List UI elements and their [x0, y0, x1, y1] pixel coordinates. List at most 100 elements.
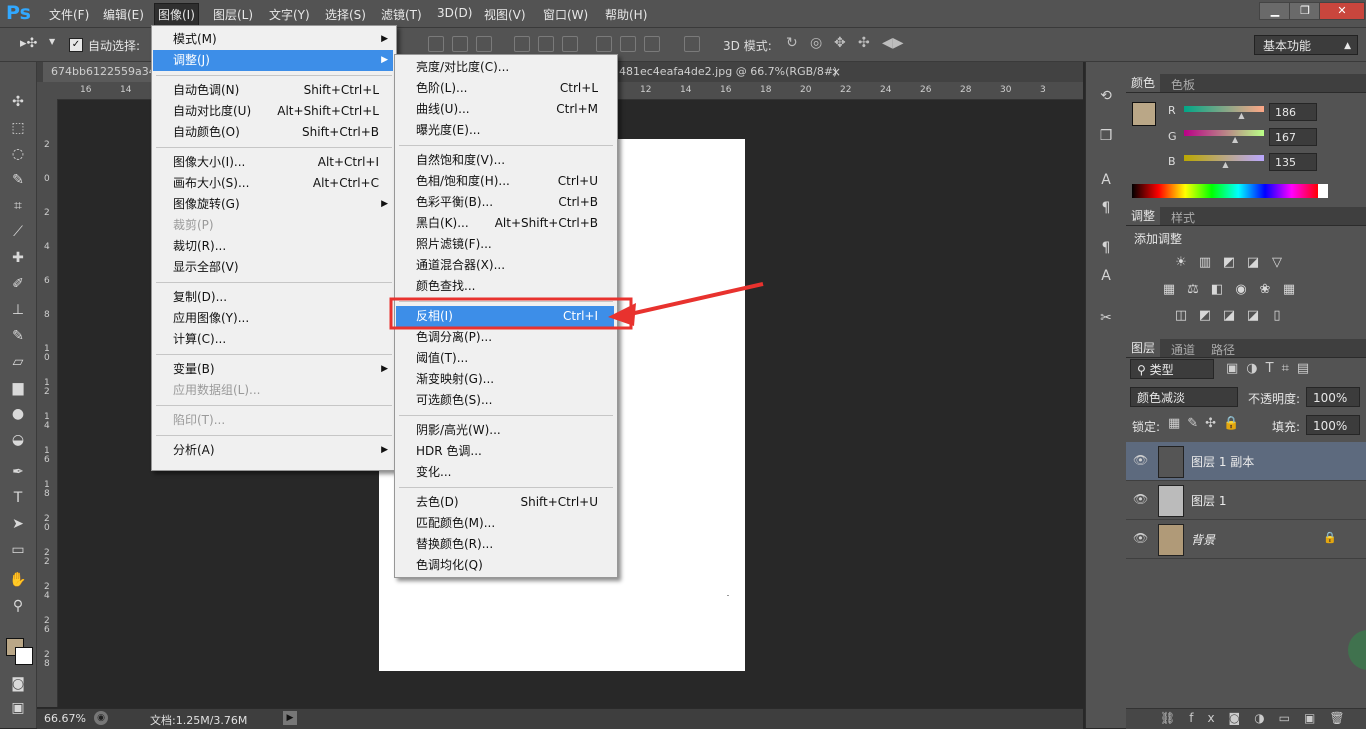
align-vcenter-icon[interactable] [452, 36, 468, 52]
menu-3d[interactable]: 3D(D) [434, 5, 475, 21]
gradient-map-adjust-icon[interactable]: ◪ [1244, 308, 1262, 324]
floating-widget[interactable] [1348, 630, 1366, 670]
adjust-menu-item[interactable]: 匹配颜色(M)... [396, 513, 614, 534]
history-panel-icon[interactable]: ⟲ [1095, 86, 1117, 106]
adjust-menu-item[interactable]: 亮度/对比度(C)... [396, 57, 614, 78]
menu-view[interactable]: 视图(V) [481, 5, 529, 24]
menu-select[interactable]: 选择(S) [322, 5, 369, 24]
slider-thumb[interactable]: ▲ [1238, 111, 1244, 120]
channel-r-value[interactable]: 186 [1269, 103, 1317, 121]
black-white-adjust-icon[interactable]: ◧ [1208, 282, 1226, 298]
image-menu-item[interactable]: 自动颜色(O) Shift+Ctrl+B [153, 122, 393, 143]
image-menu-item[interactable]: 模式(M) ▶ [153, 29, 393, 50]
opacity-input[interactable]: 100% [1306, 387, 1360, 407]
image-menu-item[interactable]: 自动色调(N) Shift+Ctrl+L [153, 80, 393, 101]
layer-row[interactable]: 👁 图层 1 副本 [1126, 442, 1366, 481]
image-menu-item[interactable]: 自动对比度(U) Alt+Shift+Ctrl+L [153, 101, 393, 122]
marquee-tool-icon[interactable]: ⬚ [7, 118, 29, 138]
layer-name[interactable]: 背景 [1191, 531, 1215, 548]
move-tool-preset-icon[interactable]: ▸✣ [20, 36, 37, 51]
3d-scale-icon[interactable]: ◀▶ [882, 35, 904, 51]
threshold-adjust-icon[interactable]: ◪ [1220, 308, 1238, 324]
dodge-tool-icon[interactable]: ◒ [7, 430, 29, 450]
tab-styles[interactable]: 样式 [1166, 209, 1200, 226]
menu-help[interactable]: 帮助(H) [602, 5, 650, 24]
color-balance-adjust-icon[interactable]: ⚖ [1184, 282, 1202, 298]
tool-presets-icon[interactable]: ✂ [1095, 308, 1117, 328]
distribute-bottom-icon[interactable] [562, 36, 578, 52]
fill-input[interactable]: 100% [1306, 415, 1360, 435]
distribute-vcenter-icon[interactable] [538, 36, 554, 52]
exposure-adjust-icon[interactable]: ◪ [1244, 255, 1262, 271]
channel-g-slider[interactable]: ▲ [1184, 130, 1264, 144]
selective-color-adjust-icon[interactable]: ▯ [1268, 308, 1286, 324]
adjust-menu-item[interactable]: 阴影/高光(W)... [396, 420, 614, 441]
adjust-menu-item[interactable]: HDR 色调... [396, 441, 614, 462]
distribute-right-icon[interactable] [644, 36, 660, 52]
close-button[interactable]: ✕ [1319, 2, 1365, 20]
channel-b-slider[interactable]: ▲ [1184, 155, 1264, 169]
stamp-tool-icon[interactable]: ⊥ [7, 300, 29, 320]
screen-mode-icon[interactable]: ▣ [7, 698, 29, 718]
image-menu-item[interactable]: 图像旋转(G) ▶ [153, 194, 393, 215]
menu-file[interactable]: 文件(F) [46, 5, 92, 24]
menu-edit[interactable]: 编辑(E) [100, 5, 147, 24]
restore-button[interactable]: ❐ [1289, 2, 1321, 20]
lock-option-icons[interactable]: ▦✎✣🔒 [1168, 416, 1246, 431]
adjust-menu-item[interactable]: 渐变映射(G)... [396, 369, 614, 390]
image-menu-item[interactable]: 显示全部(V) [153, 257, 393, 278]
layer-filter-select[interactable]: ⚲ 类型 [1130, 359, 1214, 379]
document-tab[interactable]: 674bb6122559a34 [43, 62, 159, 82]
image-menu-item[interactable]: 变量(B) ▶ [153, 359, 393, 380]
image-menu-item[interactable]: 画布大小(S)... Alt+Ctrl+C [153, 173, 393, 194]
background-color-swatch[interactable] [15, 647, 33, 665]
channel-mixer-adjust-icon[interactable]: ❀ [1256, 282, 1274, 298]
gradient-tool-icon[interactable]: ▆ [7, 378, 29, 398]
eye-icon[interactable]: 👁 [1133, 531, 1148, 545]
pen-tool-icon[interactable]: ✒ [7, 462, 29, 482]
eye-icon[interactable]: 👁 [1133, 453, 1148, 467]
adjust-menu-item[interactable]: 阈值(T)... [396, 348, 614, 369]
auto-select-checkbox[interactable]: ✓ [69, 38, 83, 52]
brush-tool-icon[interactable]: ✐ [7, 274, 29, 294]
slider-thumb[interactable]: ▲ [1232, 135, 1238, 144]
photo-filter-adjust-icon[interactable]: ◉ [1232, 282, 1250, 298]
tab-channels[interactable]: 通道 [1166, 341, 1200, 358]
paragraph-panel-icon[interactable]: ¶ [1095, 198, 1117, 218]
layer-filter-icons[interactable]: ▣◑T⌗▤ [1226, 361, 1317, 376]
tab-layers[interactable]: 图层 [1126, 339, 1161, 357]
adjust-menu-item[interactable]: 色彩平衡(B)... Ctrl+B [396, 192, 614, 213]
adjust-menu-item[interactable]: 色阶(L)... Ctrl+L [396, 78, 614, 99]
curves-adjust-icon[interactable]: ◩ [1220, 255, 1238, 271]
status-info-icon[interactable]: ◉ [94, 711, 108, 725]
posterize-adjust-icon[interactable]: ◩ [1196, 308, 1214, 324]
workspace-select[interactable]: 基本功能 ▲ [1254, 35, 1358, 55]
adjust-menu-item[interactable]: 变化... [396, 462, 614, 483]
layers-footer-icons[interactable]: ⛓fx◙◑▭▣🗑 [1160, 711, 1359, 725]
image-menu-item[interactable]: 复制(D)... [153, 287, 393, 308]
layer-row[interactable]: 👁 图层 1 [1126, 481, 1366, 520]
menu-layer[interactable]: 图层(L) [210, 5, 256, 24]
hand-tool-icon[interactable]: ✋ [7, 570, 29, 590]
zoom-level[interactable]: 66.67% [44, 712, 86, 725]
move-tool-icon[interactable]: ✣ [7, 92, 29, 112]
3d-roll-icon[interactable]: ◎ [810, 35, 822, 51]
adjust-menu-item[interactable]: 自然饱和度(V)... [396, 150, 614, 171]
type-tool-icon[interactable]: T [7, 488, 29, 508]
slider-thumb[interactable]: ▲ [1222, 160, 1228, 169]
levels-adjust-icon[interactable]: ▥ [1196, 255, 1214, 271]
adjust-menu-item[interactable]: 曲线(U)... Ctrl+M [396, 99, 614, 120]
adjust-menu-item[interactable]: 黑白(K)... Alt+Shift+Ctrl+B [396, 213, 614, 234]
image-menu-item[interactable]: 计算(C)... [153, 329, 393, 350]
tab-paths[interactable]: 路径 [1206, 341, 1240, 358]
status-menu-arrow-icon[interactable]: ▶ [283, 711, 297, 725]
menu-image[interactable]: 图像(I) [154, 3, 199, 26]
color-lookup-adjust-icon[interactable]: ▦ [1280, 282, 1298, 298]
3d-slide-icon[interactable]: ✣ [858, 35, 870, 51]
minimize-button[interactable]: ▁ [1259, 2, 1291, 20]
image-menu-item[interactable]: 调整(J) ▶ [153, 50, 393, 71]
blur-tool-icon[interactable]: ● [7, 404, 29, 424]
blend-mode-select[interactable]: 颜色减淡 [1130, 387, 1238, 407]
distribute-hcenter-icon[interactable] [620, 36, 636, 52]
menu-window[interactable]: 窗口(W) [540, 5, 591, 24]
